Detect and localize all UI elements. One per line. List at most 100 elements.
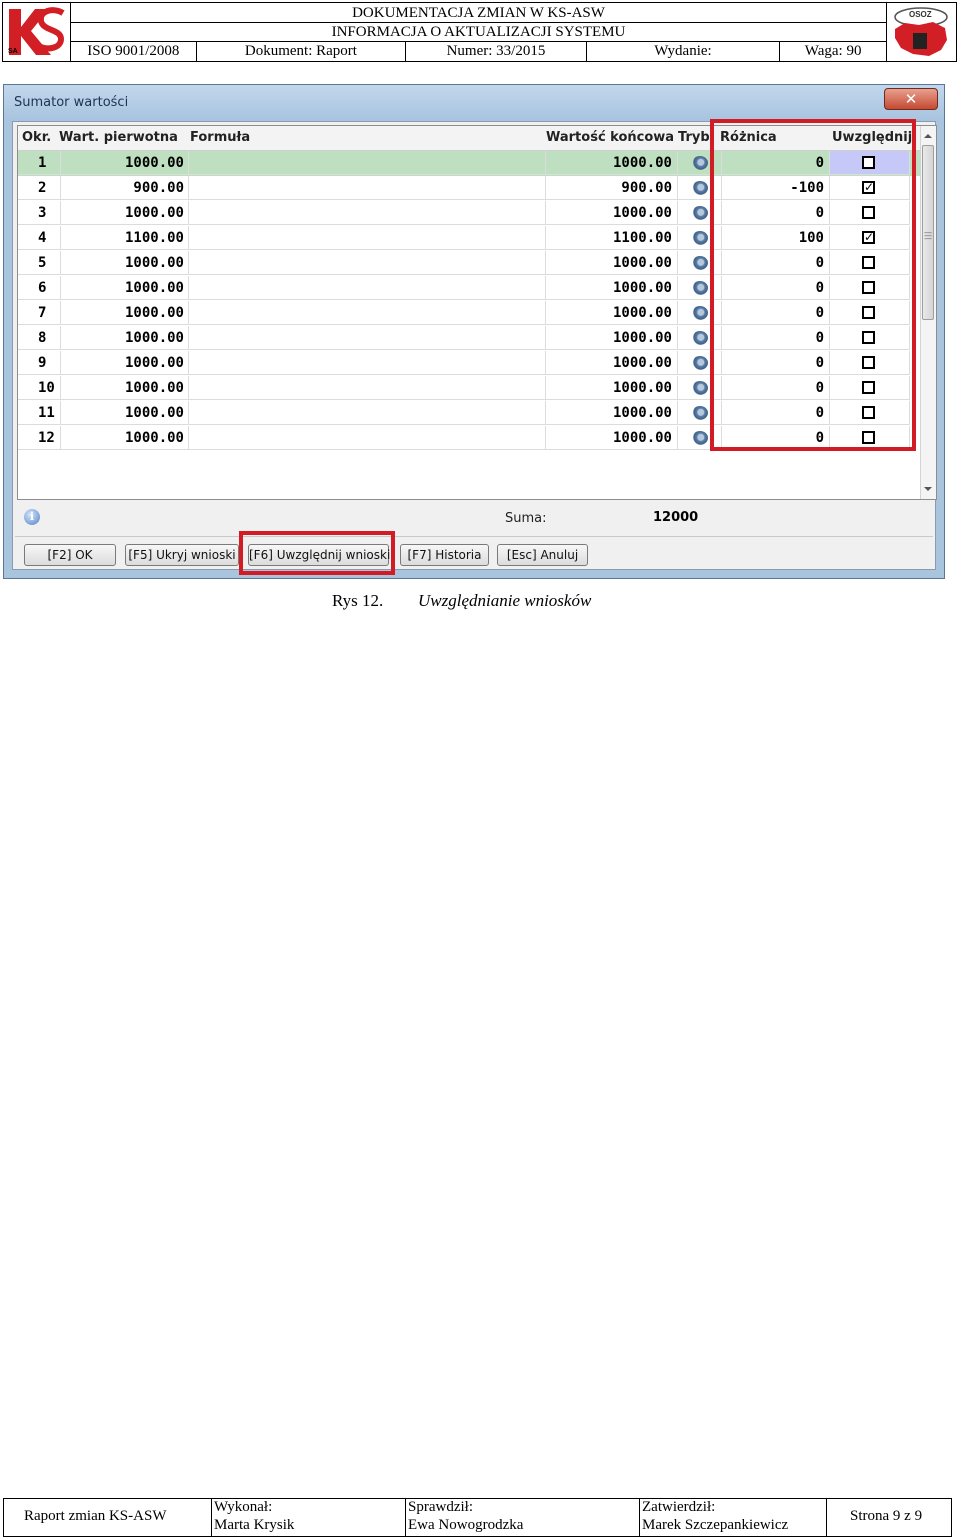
include-checkbox[interactable] [862, 431, 875, 444]
cell-tryb[interactable] [678, 176, 722, 200]
gear-icon[interactable] [691, 181, 708, 195]
cell-uwzglednij[interactable] [830, 376, 910, 400]
include-checkbox[interactable] [862, 256, 875, 269]
cell-okr[interactable]: 7 [18, 301, 61, 325]
cell-okr[interactable]: 11 [18, 401, 61, 425]
hide-requests-button[interactable]: [F5] Ukryj wnioski [125, 544, 239, 566]
col-wartosc-koncowa[interactable]: Wartość końcowa [546, 130, 674, 145]
cell-wart-pierwotna[interactable]: 1000.00 [61, 201, 189, 225]
cell-wart-pierwotna[interactable]: 1000.00 [61, 376, 189, 400]
cell-wart-pierwotna[interactable]: 1000.00 [61, 351, 189, 375]
ok-button[interactable]: [F2] OK [24, 544, 116, 566]
cell-uwzglednij[interactable] [830, 276, 910, 300]
cell-uwzglednij[interactable] [830, 201, 910, 225]
table-row[interactable]: 3 1000.00 1000.00 0 [18, 201, 923, 226]
include-checkbox[interactable] [862, 281, 875, 294]
gear-icon[interactable] [691, 356, 708, 370]
cell-wartosc-koncowa[interactable]: 1000.00 [546, 201, 678, 225]
scroll-down-icon[interactable] [924, 487, 932, 491]
gear-icon[interactable] [691, 281, 708, 295]
cell-wartosc-koncowa[interactable]: 1000.00 [546, 326, 678, 350]
table-row[interactable]: 1 1000.00 1000.00 0 [18, 151, 923, 176]
cell-tryb[interactable] [678, 201, 722, 225]
col-tryb[interactable]: Tryb [678, 130, 710, 145]
include-checkbox[interactable] [862, 306, 875, 319]
cell-wartosc-koncowa[interactable]: 900.00 [546, 176, 678, 200]
table-row[interactable]: 5 1000.00 1000.00 0 [18, 251, 923, 276]
include-requests-button[interactable]: [F6] Uwzględnij wnioski [248, 544, 390, 566]
cell-tryb[interactable] [678, 251, 722, 275]
cell-roznica[interactable]: 0 [722, 201, 830, 225]
col-wart-pierwotna[interactable]: Wart. pierwotna [59, 130, 178, 145]
col-uwzglednij[interactable]: Uwzględnij [832, 130, 912, 145]
cell-wart-pierwotna[interactable]: 900.00 [61, 176, 189, 200]
cell-formula[interactable] [189, 376, 546, 400]
table-row[interactable]: 2 900.00 900.00 -100 ✓ [18, 176, 923, 201]
cell-uwzglednij[interactable] [830, 426, 910, 450]
table-row[interactable]: 7 1000.00 1000.00 0 [18, 301, 923, 326]
cell-roznica[interactable]: 0 [722, 251, 830, 275]
table-row[interactable]: 4 1100.00 1100.00 100 ✓ [18, 226, 923, 251]
cell-tryb[interactable] [678, 301, 722, 325]
cell-uwzglednij[interactable] [830, 301, 910, 325]
cell-wartosc-koncowa[interactable]: 1000.00 [546, 151, 678, 175]
cell-wart-pierwotna[interactable]: 1000.00 [61, 326, 189, 350]
cell-roznica[interactable]: 0 [722, 401, 830, 425]
cell-roznica[interactable]: 0 [722, 426, 830, 450]
cell-roznica[interactable]: 0 [722, 326, 830, 350]
cell-wartosc-koncowa[interactable]: 1000.00 [546, 251, 678, 275]
include-checkbox[interactable] [862, 406, 875, 419]
table-row[interactable]: 6 1000.00 1000.00 0 [18, 276, 923, 301]
cell-uwzglednij[interactable]: ✓ [830, 176, 910, 200]
cell-formula[interactable] [189, 351, 546, 375]
cell-formula[interactable] [189, 276, 546, 300]
cell-wartosc-koncowa[interactable]: 1100.00 [546, 226, 678, 250]
cell-okr[interactable]: 9 [18, 351, 61, 375]
cell-wart-pierwotna[interactable]: 1000.00 [61, 301, 189, 325]
cell-wart-pierwotna[interactable]: 1000.00 [61, 251, 189, 275]
cell-uwzglednij[interactable] [830, 401, 910, 425]
cell-wart-pierwotna[interactable]: 1000.00 [61, 151, 189, 175]
table-row[interactable]: 11 1000.00 1000.00 0 [18, 401, 923, 426]
cell-okr[interactable]: 5 [18, 251, 61, 275]
col-roznica[interactable]: Różnica [720, 130, 777, 145]
cell-formula[interactable] [189, 426, 546, 450]
include-checkbox[interactable]: ✓ [862, 181, 875, 194]
cell-uwzglednij[interactable] [830, 151, 910, 175]
cell-wartosc-koncowa[interactable]: 1000.00 [546, 276, 678, 300]
include-checkbox[interactable] [862, 331, 875, 344]
cell-wartosc-koncowa[interactable]: 1000.00 [546, 426, 678, 450]
cell-tryb[interactable] [678, 326, 722, 350]
info-icon[interactable]: i [24, 509, 40, 525]
gear-icon[interactable] [691, 231, 708, 245]
cancel-button[interactable]: [Esc] Anuluj [497, 544, 588, 566]
cell-okr[interactable]: 10 [18, 376, 61, 400]
gear-icon[interactable] [691, 431, 708, 445]
scroll-up-icon[interactable] [924, 134, 932, 138]
cell-okr[interactable]: 4 [18, 226, 61, 250]
cell-tryb[interactable] [678, 151, 722, 175]
dialog-titlebar[interactable]: Sumator wartości ✕ [4, 85, 944, 121]
cell-formula[interactable] [189, 401, 546, 425]
gear-icon[interactable] [691, 156, 708, 170]
gear-icon[interactable] [691, 381, 708, 395]
cell-tryb[interactable] [678, 276, 722, 300]
cell-tryb[interactable] [678, 426, 722, 450]
cell-okr[interactable]: 8 [18, 326, 61, 350]
close-button[interactable]: ✕ [884, 88, 938, 110]
cell-tryb[interactable] [678, 401, 722, 425]
cell-wart-pierwotna[interactable]: 1000.00 [61, 426, 189, 450]
gear-icon[interactable] [691, 331, 708, 345]
cell-okr[interactable]: 1 [18, 151, 61, 175]
cell-formula[interactable] [189, 176, 546, 200]
cell-uwzglednij[interactable] [830, 326, 910, 350]
cell-formula[interactable] [189, 251, 546, 275]
cell-wartosc-koncowa[interactable]: 1000.00 [546, 401, 678, 425]
cell-formula[interactable] [189, 226, 546, 250]
cell-wartosc-koncowa[interactable]: 1000.00 [546, 376, 678, 400]
cell-wartosc-koncowa[interactable]: 1000.00 [546, 351, 678, 375]
cell-wart-pierwotna[interactable]: 1100.00 [61, 226, 189, 250]
cell-wart-pierwotna[interactable]: 1000.00 [61, 401, 189, 425]
cell-roznica[interactable]: 0 [722, 351, 830, 375]
cell-roznica[interactable]: 0 [722, 376, 830, 400]
